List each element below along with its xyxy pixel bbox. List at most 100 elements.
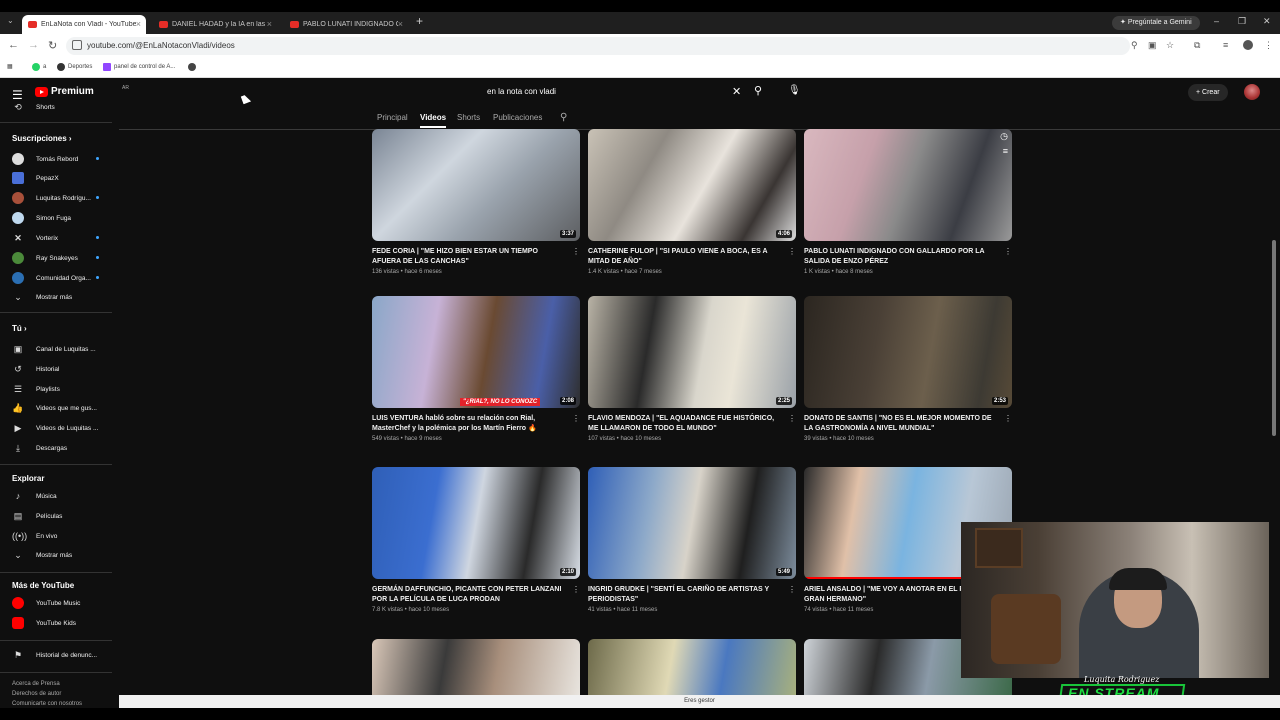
tab-principal[interactable]: Principal xyxy=(377,113,408,122)
globe-bookmark-icon[interactable] xyxy=(188,63,199,71)
close-tab-icon[interactable]: × xyxy=(136,19,141,29)
footer-link-copyright[interactable]: Derechos de autor xyxy=(12,691,61,697)
reload-icon[interactable]: ↻ xyxy=(48,39,57,52)
video-thumbnail[interactable]: 5:49 xyxy=(588,467,796,579)
sidebar-item-youtube-kids[interactable]: YouTube Kids xyxy=(12,616,76,630)
video-title[interactable]: FLAVIO MENDOZA | "EL AQUADANCE FUE HISTÓ… xyxy=(588,414,778,434)
site-info-icon[interactable] xyxy=(72,40,82,50)
close-tab-icon[interactable]: × xyxy=(398,19,403,29)
minimize-icon[interactable]: – xyxy=(1214,16,1219,26)
bookmark-star-icon[interactable]: ☆ xyxy=(1166,40,1174,51)
close-window-icon[interactable]: ✕ xyxy=(1263,16,1271,27)
sidebar-show-more[interactable]: ⌄ Mostrar más xyxy=(12,290,72,304)
video-thumbnail[interactable]: 4:06 xyxy=(588,129,796,241)
sidebar-item-report-history[interactable]: ⚑ Historial de denunc... xyxy=(12,648,97,662)
video-thumbnail[interactable] xyxy=(588,639,796,695)
zoom-icon[interactable]: ⚲ xyxy=(1131,40,1138,51)
create-button[interactable]: + Crear xyxy=(1188,84,1228,101)
sidebar-item-your-videos[interactable]: ▶ Videos de Luquitas ... xyxy=(12,421,99,435)
close-tab-icon[interactable]: × xyxy=(267,19,272,29)
video-thumbnail[interactable]: ◷ ≡ xyxy=(804,129,1012,241)
sidebar-item-subscription[interactable]: Comunidad Orga... xyxy=(12,271,99,285)
maximize-icon[interactable]: ❐ xyxy=(1238,16,1246,27)
tab-search-icon[interactable]: ⌄ xyxy=(7,16,14,25)
youtube-premium-logo[interactable]: Premium AR xyxy=(35,85,129,97)
sidebar-item-subscription[interactable]: Tomás Rebord xyxy=(12,152,99,166)
bookmark-deportes[interactable]: Deportes xyxy=(57,63,92,71)
tab-shorts[interactable]: Shorts xyxy=(457,113,480,122)
sidebar-item-live[interactable]: ((•)) En vivo xyxy=(12,529,57,543)
add-to-queue-icon[interactable]: ≡ xyxy=(1003,146,1008,156)
video-title[interactable]: GERMÁN DAFFUNCHIO, PICANTE CON PETER LAN… xyxy=(372,585,562,605)
more-options-icon[interactable]: ⋮ xyxy=(572,414,580,423)
video-title[interactable]: FEDE CORIA | "ME HIZO BIEN ESTAR UN TIEM… xyxy=(372,247,562,267)
sidebar-item-movies[interactable]: ▤ Películas xyxy=(12,509,63,523)
account-avatar[interactable] xyxy=(1244,84,1260,100)
video-thumbnail[interactable]: 3:37 xyxy=(372,129,580,241)
video-title[interactable]: LUIS VENTURA habló sobre su relación con… xyxy=(372,414,562,434)
browser-tab-active[interactable]: EnLaNota con Vladi - YouTube × xyxy=(22,15,146,34)
video-thumbnail[interactable]: 2:10 xyxy=(372,467,580,579)
bookmark-whatsapp[interactable]: a xyxy=(32,63,46,71)
sidebar-item-your-channel[interactable]: ▣ Canal de Luquitas ... xyxy=(12,342,96,356)
channel-search-icon[interactable]: ⚲ xyxy=(560,112,567,123)
search-icon[interactable]: ⚲ xyxy=(754,84,762,97)
sidebar-label: Ray Snakeyes xyxy=(36,254,78,262)
search-box[interactable]: en la nota con vladi ✕ ⚲ xyxy=(478,83,772,101)
more-options-icon[interactable]: ⋮ xyxy=(1004,414,1012,423)
video-thumbnail[interactable]: 2:25 xyxy=(588,296,796,408)
sidebar-item-playlists[interactable]: ☰ Playlists xyxy=(12,382,60,396)
back-icon[interactable]: ← xyxy=(8,39,19,51)
more-options-icon[interactable]: ⋮ xyxy=(788,247,796,256)
browser-tab[interactable]: DANIEL HADAD y la IA en las EMP... × xyxy=(153,15,277,34)
browser-menu-icon[interactable]: ⋮ xyxy=(1264,40,1273,51)
sidebar-show-more-explore[interactable]: ⌄ Mostrar más xyxy=(12,548,72,562)
video-title[interactable]: PABLO LUNATI INDIGNADO CON GALLARDO POR … xyxy=(804,247,994,267)
sidebar-item-subscription[interactable]: PepazX xyxy=(12,171,59,185)
footer-link-contact[interactable]: Comunicarte con nosotros xyxy=(12,701,82,707)
video-thumbnail[interactable]: 2:53 xyxy=(804,296,1012,408)
page-scrollbar[interactable] xyxy=(1272,240,1276,436)
tab-publicaciones[interactable]: Publicaciones xyxy=(493,113,542,122)
address-bar[interactable]: youtube.com/@EnLaNotaconVladi/videos xyxy=(66,37,1130,55)
subscriptions-header[interactable]: Suscripciones › xyxy=(12,134,72,143)
clear-search-icon[interactable]: ✕ xyxy=(732,85,741,98)
sidebar-item-music[interactable]: ♪ Música xyxy=(12,489,57,503)
more-options-icon[interactable]: ⋮ xyxy=(788,585,796,594)
more-options-icon[interactable]: ⋮ xyxy=(572,585,580,594)
search-input[interactable]: en la nota con vladi xyxy=(487,87,556,96)
footer-link-about[interactable]: Acerca de Prensa xyxy=(12,681,60,687)
sidebar-item-subscription[interactable]: Simon Fuga xyxy=(12,211,71,225)
extensions-icon[interactable]: ⧉ xyxy=(1194,40,1200,51)
video-thumbnail[interactable]: "¿RIAL?, NO LO CONOZC 2:08 xyxy=(372,296,580,408)
sidebar-item-downloads[interactable]: ⤓ Descargas xyxy=(12,441,67,455)
gemini-button[interactable]: ✦ Pregúntale a Gemini xyxy=(1112,16,1200,30)
new-tab-button[interactable]: + xyxy=(416,14,423,28)
more-options-icon[interactable]: ⋮ xyxy=(572,247,580,256)
more-options-icon[interactable]: ⋮ xyxy=(1004,247,1012,256)
you-header[interactable]: Tú › xyxy=(12,324,27,333)
browser-tab[interactable]: PABLO LUNATI INDIGNADO CON ... × xyxy=(284,15,408,34)
sidebar-item-subscription[interactable]: Ray Snakeyes xyxy=(12,251,99,265)
sidebar-item-liked[interactable]: 👍 Videos que me gus... xyxy=(12,401,97,415)
sidebar-item-shorts[interactable]: ⟲ Shorts xyxy=(12,100,55,114)
video-title[interactable]: DONATO DE SANTIS | "NO ES EL MEJOR MOMEN… xyxy=(804,414,994,434)
microphone-icon[interactable]: 🎙 xyxy=(788,85,801,96)
profile-avatar[interactable] xyxy=(1243,40,1253,50)
video-title[interactable]: CATHERINE FULOP | "SI PAULO VIENE A BOCA… xyxy=(588,247,778,267)
sidebar-item-subscription[interactable]: ✕ Vorterix xyxy=(12,231,99,245)
sidebar-label: Películas xyxy=(36,512,63,520)
apps-icon[interactable]: ▦ xyxy=(7,63,13,70)
sidebar-item-subscription[interactable]: Luquitas Rodrígu... xyxy=(12,191,99,205)
media-icon[interactable]: ≡ xyxy=(1223,40,1228,50)
bookmark-panel[interactable]: panel de control de A... xyxy=(103,63,175,71)
watch-later-icon[interactable]: ◷ xyxy=(1000,131,1008,142)
video-title[interactable]: INGRID GRUDKE | "SENTÍ EL CARIÑO DE ARTI… xyxy=(588,585,778,605)
video-thumbnail[interactable] xyxy=(372,639,580,695)
more-options-icon[interactable]: ⋮ xyxy=(788,414,796,423)
forward-icon[interactable]: → xyxy=(28,39,39,51)
sidebar-item-youtube-music[interactable]: YouTube Music xyxy=(12,596,80,610)
tab-videos[interactable]: Videos xyxy=(420,113,446,122)
cast-icon[interactable]: ▣ xyxy=(1148,40,1157,51)
sidebar-item-history[interactable]: ↺ Historial xyxy=(12,362,59,376)
